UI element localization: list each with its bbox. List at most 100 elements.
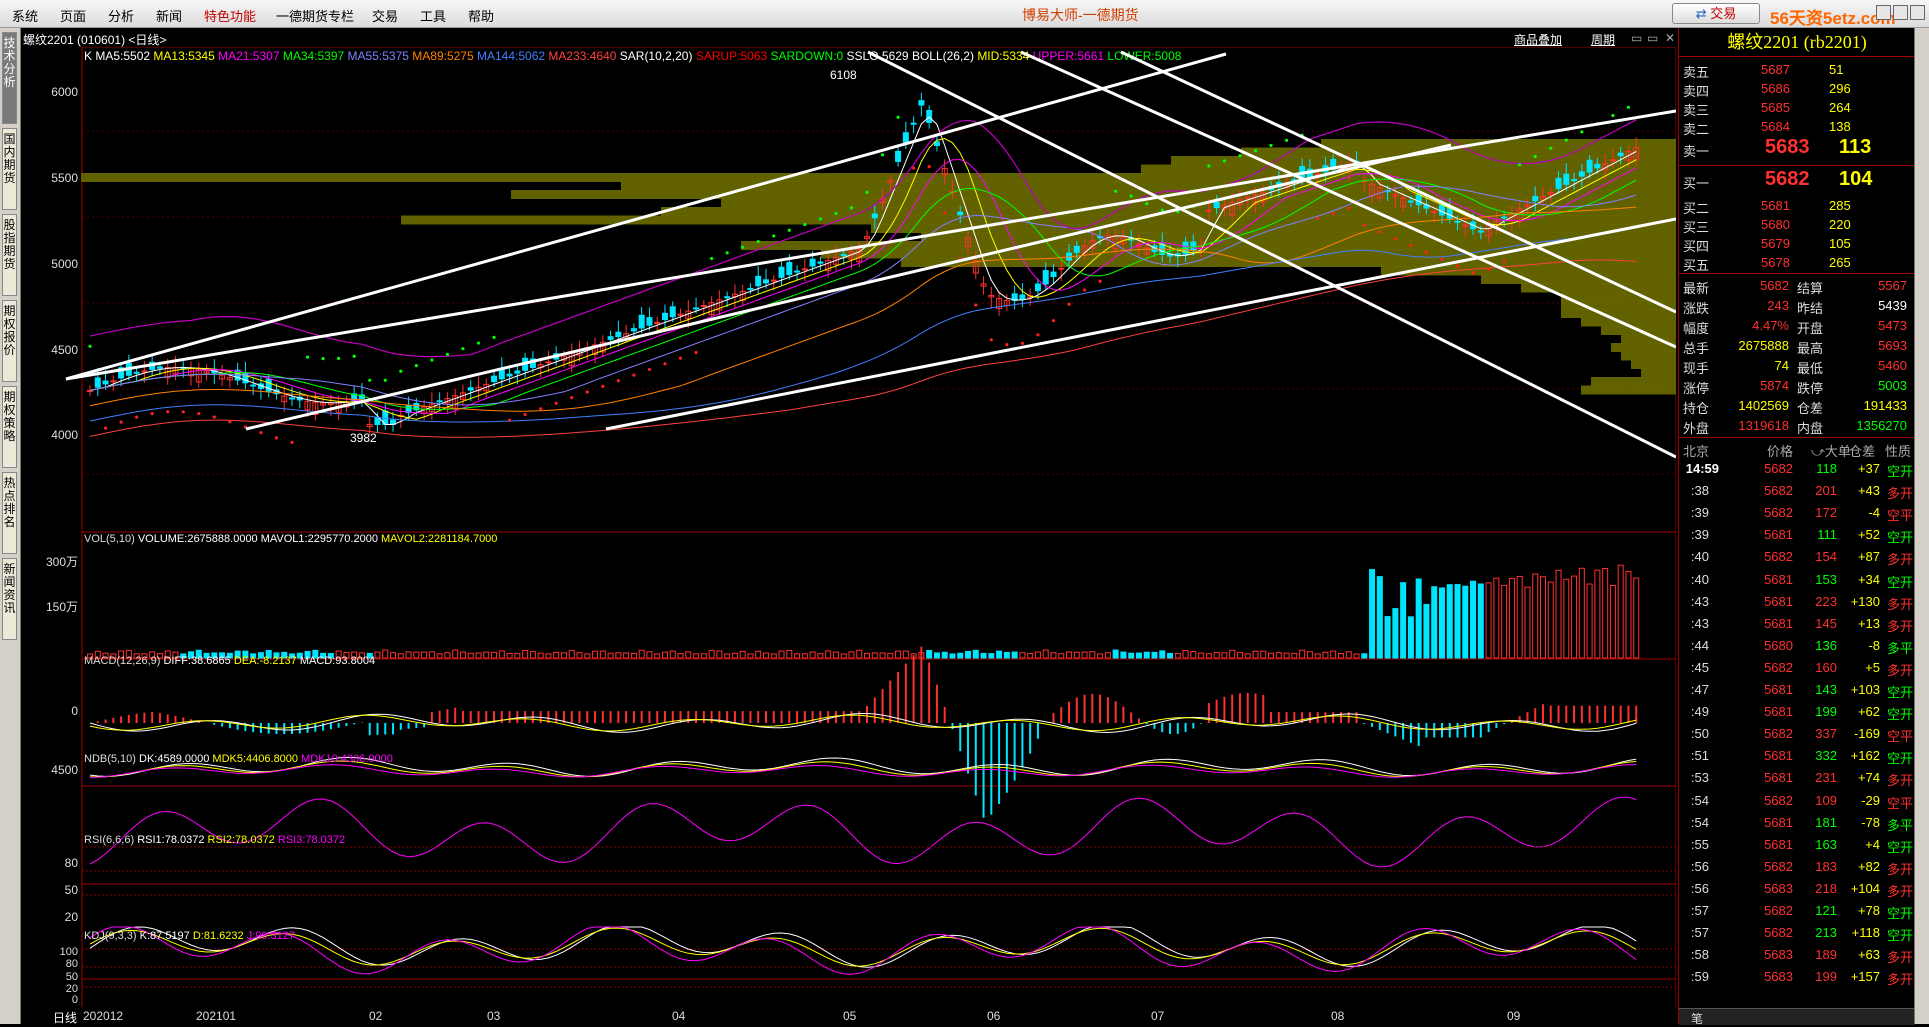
- sar-dot: [570, 396, 574, 400]
- period-button[interactable]: 周期: [1591, 31, 1615, 48]
- sar-dot: [1487, 267, 1491, 272]
- menu-page[interactable]: 页面: [60, 6, 86, 25]
- stat-value: 191433: [1863, 398, 1907, 413]
- tick-time: :57: [1690, 903, 1709, 918]
- menu-system[interactable]: 系统: [12, 6, 38, 25]
- volume-bar: [809, 651, 816, 659]
- volume-bar: [1547, 581, 1554, 659]
- volume-bar: [1345, 651, 1352, 659]
- sar-dot: [1580, 130, 1584, 134]
- volume-bar: [887, 652, 894, 659]
- volume-bar: [1174, 652, 1181, 659]
- volume-bar: [491, 651, 498, 659]
- candle-body: [467, 387, 474, 391]
- sar-dot: [290, 440, 294, 444]
- menu-tools[interactable]: 工具: [420, 6, 446, 25]
- tab-option-strategy[interactable]: 期权策略: [2, 386, 17, 468]
- chart-header: 螺纹2201 (010601) <日线> 商品叠加 周期 ▭ ▭ ✕: [21, 29, 1676, 47]
- sar-dot: [150, 411, 154, 416]
- volume-bar: [933, 652, 940, 659]
- tab-hot-ranking[interactable]: 热点排名: [2, 472, 17, 554]
- volume-bar: [568, 649, 575, 659]
- candle-body: [801, 268, 808, 271]
- menu-help[interactable]: 帮助: [468, 6, 494, 25]
- ask-volume: 113: [1839, 136, 1872, 158]
- trade-button[interactable]: ⇄ 交易: [1672, 3, 1760, 24]
- tick-row: :54 5682 109 -29 空平: [1679, 791, 1915, 813]
- volume-bar: [965, 650, 972, 659]
- menu-yide-column[interactable]: 一德期货专栏: [276, 6, 354, 25]
- tick-time: :38: [1690, 483, 1709, 499]
- sar-dot: [772, 234, 776, 238]
- volume-bar: [1400, 582, 1407, 659]
- price-tick: 5500: [51, 171, 78, 185]
- menu-analysis[interactable]: 分析: [108, 6, 134, 25]
- volume-bar: [1392, 608, 1399, 659]
- layout-icon[interactable]: ▭: [1631, 31, 1642, 45]
- volume-bar: [428, 651, 435, 659]
- tick-time: :50: [1690, 726, 1709, 742]
- ask-row: 卖二 5684 138: [1679, 117, 1915, 137]
- volume-bar: [1330, 650, 1337, 659]
- stat-label: 最新: [1683, 281, 1710, 296]
- volume-profile-bar: [621, 181, 1676, 191]
- menu-news[interactable]: 新闻: [156, 6, 182, 25]
- ask-price: 5687: [1761, 62, 1790, 77]
- stat-label: 跌停: [1797, 381, 1824, 396]
- tick-price: 5683: [1764, 880, 1793, 896]
- candle-body: [250, 384, 257, 387]
- menu-special[interactable]: 特色功能: [204, 6, 256, 25]
- tick-volume: 213: [1815, 925, 1837, 941]
- volume-bar: [1221, 652, 1228, 659]
- compare-button[interactable]: 商品叠加: [1514, 31, 1562, 48]
- date-tick: 07: [1151, 1009, 1165, 1023]
- layout2-icon[interactable]: ▭: [1647, 31, 1658, 45]
- tick-row: :40 5681 153 +34 空开: [1679, 570, 1915, 592]
- close-chart-icon[interactable]: ✕: [1665, 31, 1675, 45]
- stat-label: 现手: [1683, 361, 1710, 376]
- tab-technical-analysis[interactable]: 技术分析: [2, 32, 17, 124]
- tick-oi: +63: [1857, 947, 1880, 963]
- tab-domestic-futures[interactable]: 国内期货: [2, 128, 17, 210]
- volume-bar: [1594, 569, 1601, 659]
- tick-row: :56 5682 183 +82 多开: [1679, 857, 1915, 879]
- candle-body: [1617, 152, 1624, 157]
- stat-value: 4.47%: [1752, 318, 1789, 333]
- volume-bar: [1182, 649, 1189, 659]
- stat-row: 涨跌 243 昨结 5439: [1679, 296, 1915, 316]
- volume-bar: [1563, 578, 1570, 659]
- candle-body: [700, 304, 707, 307]
- period-label[interactable]: 日线: [53, 1009, 77, 1026]
- oscillator-line: [89, 926, 1637, 968]
- volume-bar: [483, 651, 490, 659]
- kdj-legend-label: KDJ(9,3,3): [84, 930, 140, 942]
- menu-trade[interactable]: 交易: [372, 6, 398, 25]
- volume-bar: [685, 651, 692, 659]
- tick-time: :39: [1690, 505, 1709, 521]
- tab-news[interactable]: 新闻资讯: [2, 558, 17, 640]
- candle-body: [1477, 230, 1484, 233]
- sar-dot: [414, 363, 418, 368]
- sar-dot: [1626, 105, 1631, 109]
- tab-ticks[interactable]: 笔: [1691, 1010, 1703, 1027]
- tick-row: :53 5681 231 +74 多开: [1679, 768, 1915, 790]
- sar-dot: [1362, 223, 1366, 227]
- sar-dot: [1082, 288, 1087, 292]
- sar-dot: [647, 367, 652, 372]
- candle-body: [374, 417, 381, 426]
- close-icon[interactable]: [1910, 5, 1925, 20]
- volume-bar: [700, 653, 707, 659]
- sar-dot: [1114, 189, 1118, 193]
- tab-index-futures[interactable]: 股指期货: [2, 214, 17, 296]
- sar-dot: [1533, 154, 1537, 159]
- minimize-icon[interactable]: [1876, 5, 1891, 20]
- volume-bar: [1314, 653, 1321, 659]
- price-chart[interactable]: [21, 47, 1676, 1007]
- stat-value: 2675888: [1738, 338, 1789, 353]
- vol-legend-value: MAVOL2:2281184.7000: [381, 533, 498, 545]
- maximize-icon[interactable]: [1893, 5, 1908, 20]
- sar-dot: [1098, 279, 1102, 283]
- tick-oi: +37: [1857, 461, 1880, 476]
- tab-option-quotes[interactable]: 期权报价: [2, 300, 17, 382]
- ask-price: 5683: [1765, 136, 1810, 158]
